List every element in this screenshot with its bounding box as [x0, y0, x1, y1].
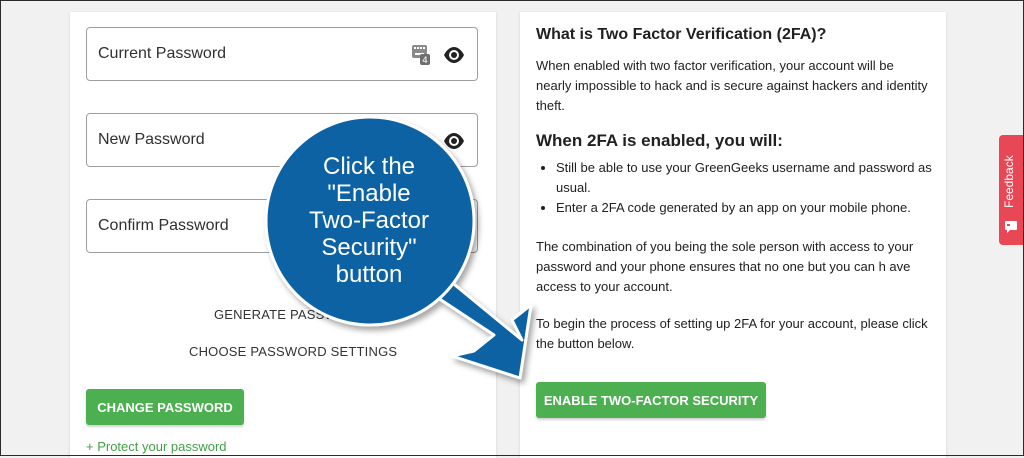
twofa-benefits-list: Still be able to use your GreenGeeks use… — [536, 158, 950, 218]
twofa-paragraph-begin: To begin the process of setting up 2FA f… — [536, 316, 928, 351]
change-password-button[interactable]: CHANGE PASSWORD — [86, 389, 244, 425]
two-factor-info-card: What is Two Factor Verification (2FA)? W… — [520, 12, 946, 458]
current-password-field[interactable]: Current Password 4 — [86, 27, 478, 81]
twofa-intro: When enabled with two factor verificatio… — [536, 58, 928, 113]
twofa-subhead: When 2FA is enabled, you will: — [536, 131, 783, 150]
choose-password-settings-button[interactable]: CHOOSE PASSWORD SETTINGS — [189, 344, 397, 359]
keyboard-icon[interactable]: 4 — [411, 44, 431, 66]
feedback-label: Feedback — [1002, 155, 1016, 209]
current-password-label: Current Password — [98, 45, 227, 62]
twofa-paragraph-access: The combination of you being the sole pe… — [536, 239, 914, 294]
feedback-icon — [1005, 221, 1017, 233]
generate-password-button[interactable]: GENERATE PASSWORD — [214, 307, 366, 322]
list-item: Enter a 2FA code generated by an app on … — [556, 198, 950, 218]
confirm-password-label: Confirm Password — [98, 217, 229, 234]
enable-two-factor-button[interactable]: ENABLE TWO-FACTOR SECURITY — [536, 382, 766, 418]
new-password-label: New Password — [98, 131, 205, 148]
twofa-title: What is Two Factor Verification (2FA)? — [536, 26, 827, 43]
eye-icon[interactable] — [443, 132, 465, 150]
protect-password-link[interactable]: + Protect your password — [86, 439, 227, 454]
callout-text: Click the "Enable Two-Factor Security" b… — [308, 153, 430, 288]
eye-icon[interactable] — [443, 46, 465, 64]
svg-text:4: 4 — [422, 56, 428, 66]
list-item: Still be able to use your GreenGeeks use… — [556, 158, 950, 198]
feedback-tab[interactable]: Feedback — [999, 135, 1024, 245]
